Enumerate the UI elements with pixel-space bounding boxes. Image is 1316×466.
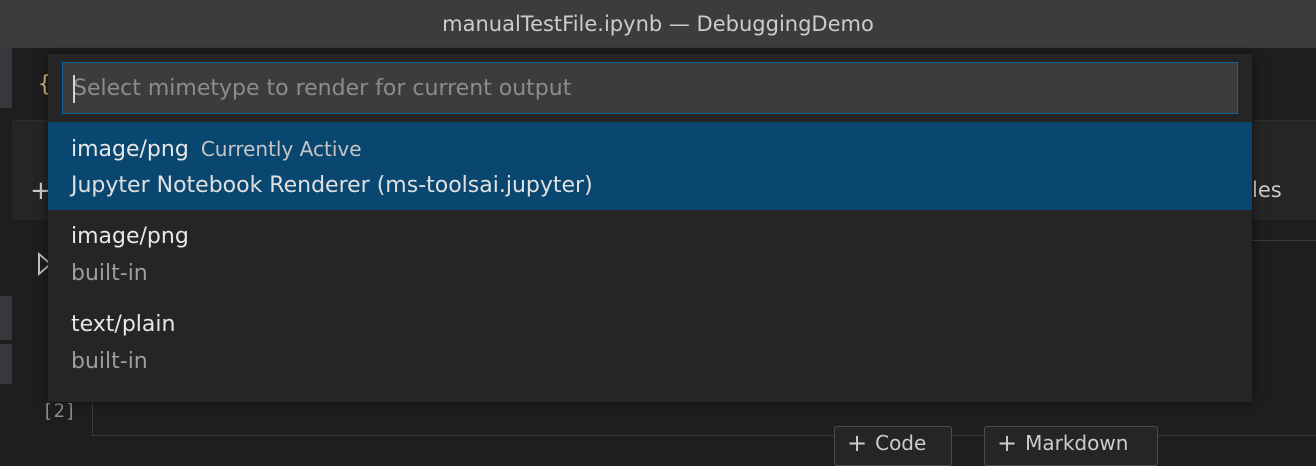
plus-icon: + bbox=[847, 429, 868, 457]
quick-pick-item-label: image/png bbox=[71, 224, 189, 249]
window-title-bar: manualTestFile.ipynb — DebuggingDemo bbox=[0, 0, 1316, 48]
quick-pick-item-detail: built-in bbox=[71, 261, 148, 286]
mimetype-quick-pick: image/png Currently Active Jupyter Noteb… bbox=[48, 54, 1252, 402]
plus-icon: + bbox=[997, 429, 1018, 457]
quick-pick-item[interactable]: image/png Currently Active Jupyter Noteb… bbox=[48, 122, 1252, 210]
quick-pick-item-detail: Jupyter Notebook Renderer (ms-toolsai.ju… bbox=[71, 173, 593, 198]
add-code-cell-button[interactable]: + Code bbox=[834, 426, 952, 466]
quick-pick-item-label: text/plain bbox=[71, 312, 176, 337]
execution-count: [2] bbox=[42, 400, 77, 422]
cell-focus-marker bbox=[0, 296, 12, 340]
quick-pick-input-box bbox=[62, 62, 1238, 114]
quick-pick-item-description: Currently Active bbox=[200, 137, 362, 161]
toolbar-variables-button[interactable]: les bbox=[1252, 178, 1282, 202]
add-markdown-cell-button[interactable]: + Markdown bbox=[984, 426, 1158, 466]
quick-pick-item[interactable]: image/png built-in bbox=[48, 210, 1252, 298]
cell-focus-marker bbox=[0, 344, 12, 384]
window-title: manualTestFile.ipynb — DebuggingDemo bbox=[442, 12, 874, 36]
quick-pick-item[interactable]: text/plain built-in bbox=[48, 298, 1252, 386]
add-code-label: Code bbox=[875, 431, 927, 455]
quick-pick-list: image/png Currently Active Jupyter Noteb… bbox=[48, 122, 1252, 386]
quick-pick-input[interactable] bbox=[63, 63, 1237, 113]
gutter-marker bbox=[0, 48, 12, 108]
quick-pick-item-detail: built-in bbox=[71, 349, 148, 374]
add-markdown-label: Markdown bbox=[1025, 431, 1129, 455]
text-caret bbox=[73, 75, 75, 103]
quick-pick-item-label: image/png bbox=[71, 137, 189, 162]
